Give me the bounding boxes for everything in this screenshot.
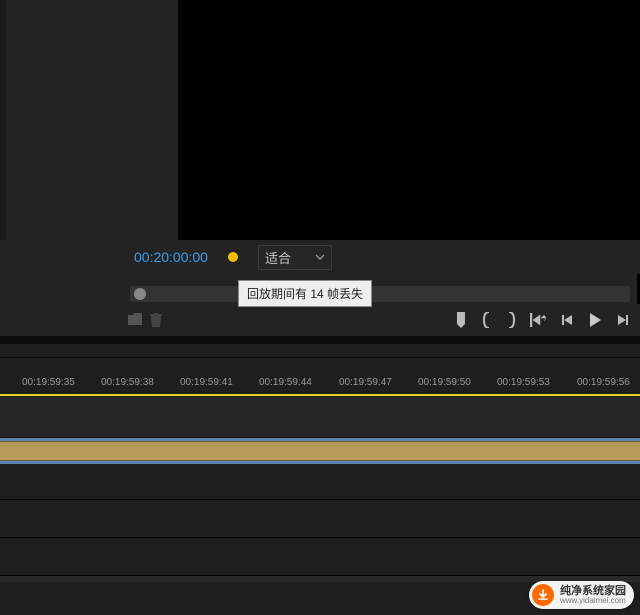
audio-track-a1[interactable]: [0, 464, 640, 500]
track-empty-v2[interactable]: [0, 396, 640, 438]
bin-icon[interactable]: [128, 313, 142, 325]
video-clip[interactable]: [0, 441, 640, 461]
audio-track-a3[interactable]: [0, 538, 640, 576]
ruler-tick: 00:19:59:56: [577, 377, 630, 388]
bracket-close-icon[interactable]: [506, 312, 516, 328]
source-panel-empty: [6, 0, 124, 240]
mark-in-icon[interactable]: [454, 312, 468, 328]
dropped-frames-tooltip: 回放期间有 14 帧丢失: [238, 280, 372, 307]
watermark-badge: 纯净系统家园 www.yidaimei.com: [529, 581, 634, 609]
time-ruler[interactable]: 00:19:59:35 00:19:59:38 00:19:59:41 00:19:5…: [0, 358, 640, 394]
ruler-tick: 00:19:59:53: [497, 377, 550, 388]
audio-track-a2[interactable]: [0, 500, 640, 538]
ruler-tick: 00:19:59:35: [22, 377, 75, 388]
ruler-tick: 00:19:59:50: [418, 377, 471, 388]
play-icon[interactable]: [588, 312, 602, 328]
monitor-info-bar: 00:20:00:00 适合: [0, 240, 640, 274]
ruler-tick: 00:19:59:44: [259, 377, 312, 388]
bracket-open-icon[interactable]: [482, 312, 492, 328]
zoom-fit-select[interactable]: 适合: [258, 245, 332, 270]
step-forward-icon[interactable]: [616, 313, 630, 327]
timeline-header-strip: [0, 344, 640, 358]
ruler-tick: 00:19:59:41: [180, 377, 233, 388]
timeline-panel[interactable]: 00:19:59:35 00:19:59:38 00:19:59:41 00:19:5…: [0, 336, 640, 582]
ruler-tick: 00:19:59:47: [339, 377, 392, 388]
playhead-timecode[interactable]: 00:20:00:00: [134, 249, 208, 265]
watermark-logo-icon: [532, 584, 554, 606]
dropped-frames-indicator[interactable]: [228, 252, 238, 262]
watermark-url: www.yidaimei.com: [560, 597, 626, 606]
step-back-icon[interactable]: [560, 313, 574, 327]
scrub-handle[interactable]: [134, 288, 146, 300]
panel-separator[interactable]: [0, 336, 640, 344]
ruler-tick: 00:19:59:38: [101, 377, 154, 388]
go-to-in-icon[interactable]: [530, 313, 546, 327]
scrub-slider[interactable]: [130, 286, 630, 302]
zoom-fit-label: 适合: [265, 248, 291, 267]
trash-icon[interactable]: [150, 313, 162, 327]
watermark-title: 纯净系统家园: [560, 585, 626, 597]
chevron-down-icon: [315, 254, 325, 260]
transport-bar: [0, 304, 640, 336]
program-monitor[interactable]: [178, 0, 638, 240]
